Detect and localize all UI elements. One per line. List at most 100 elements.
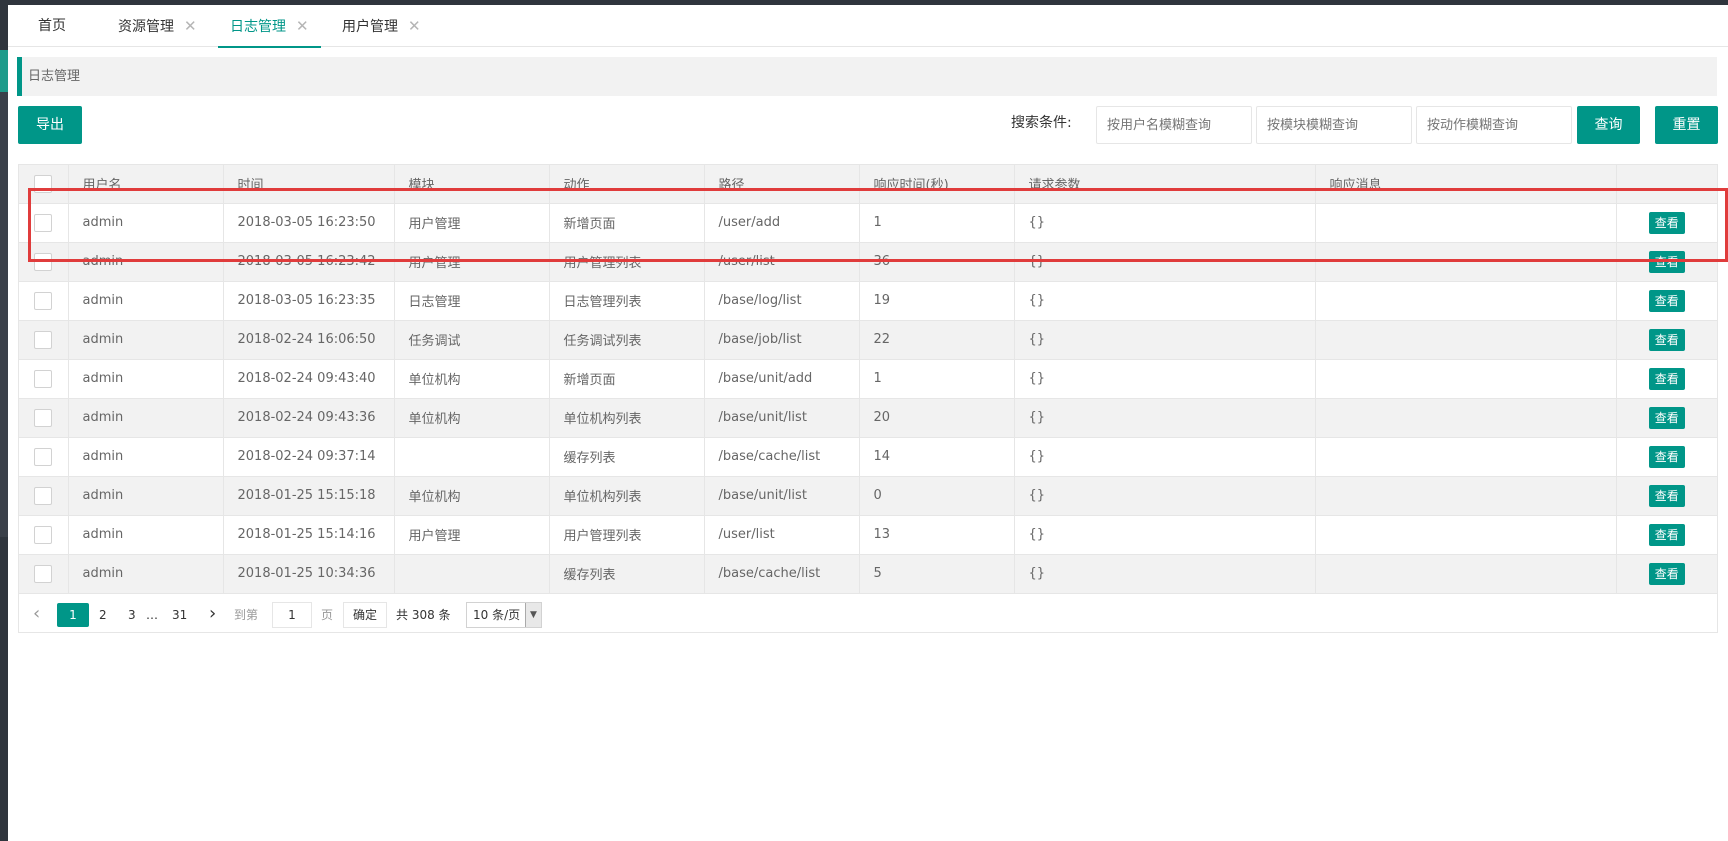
- tab-home[interactable]: 首页: [38, 5, 66, 47]
- query-button[interactable]: 查询: [1577, 106, 1640, 144]
- page-1-button[interactable]: 1: [57, 603, 89, 627]
- row-checkbox[interactable]: [34, 525, 53, 544]
- table-cell: {}: [1014, 437, 1316, 477]
- row-actions-cell: 查看: [1616, 554, 1717, 594]
- table-cell: admin: [68, 320, 224, 360]
- export-button[interactable]: 导出: [18, 106, 82, 144]
- table-cell: admin: [68, 437, 224, 477]
- table-cell: 单位机构: [394, 359, 550, 399]
- close-icon[interactable]: ✕: [296, 17, 309, 35]
- prev-page-button[interactable]: ‹: [33, 603, 40, 627]
- chevron-down-icon: ▼: [525, 603, 541, 627]
- table-cell: admin: [68, 398, 224, 438]
- table-row: admin 2018-01-25 10:34:36 缓存列表/base/cache/…: [19, 554, 1717, 594]
- row-select-cell: [19, 437, 69, 477]
- close-icon[interactable]: ✕: [408, 17, 421, 35]
- table-cell: [1315, 515, 1617, 555]
- table-row: admin 2018-02-24 09:37:14 缓存列表/base/cache/…: [19, 437, 1717, 477]
- view-button[interactable]: 查看: [1648, 445, 1685, 468]
- table-cell: 1: [859, 359, 1015, 399]
- view-button[interactable]: 查看: [1648, 367, 1685, 390]
- tab-log-management[interactable]: 日志管理 ✕: [218, 5, 321, 48]
- table-cell: /base/unit/list: [704, 398, 860, 438]
- page-2-button[interactable]: 2: [99, 603, 107, 627]
- pagination: ‹ 1 2 3 … 31 › 到第 1 页 确定 共 308 条 10 条/页 …: [19, 595, 1717, 633]
- tab-resource-management[interactable]: 资源管理 ✕: [118, 5, 197, 47]
- last-page-button[interactable]: 31: [172, 603, 187, 627]
- view-button[interactable]: 查看: [1648, 328, 1685, 351]
- tab-label: 日志管理: [230, 19, 286, 35]
- row-select-cell: [19, 359, 69, 399]
- table-header-row: 用户名 时间 模块 动作 路径 响应时间(秒) 请求参数 响应消息: [19, 165, 1717, 204]
- select-all-checkbox[interactable]: [34, 174, 53, 193]
- total-count: 共 308 条: [396, 608, 451, 622]
- row-actions-cell: 查看: [1616, 281, 1717, 321]
- reset-button[interactable]: 重置: [1655, 106, 1718, 144]
- page-size-select[interactable]: 10 条/页 ▼: [466, 602, 542, 628]
- table-cell: /base/cache/list: [704, 554, 860, 594]
- row-checkbox[interactable]: [34, 564, 53, 583]
- goto-confirm-button[interactable]: 确定: [343, 602, 387, 628]
- row-actions-cell: 查看: [1616, 398, 1717, 438]
- view-button[interactable]: 查看: [1648, 562, 1685, 585]
- table-cell: admin: [68, 476, 224, 516]
- row-checkbox[interactable]: [34, 330, 53, 349]
- page-size-value: 10 条/页: [473, 608, 521, 622]
- username-search-input[interactable]: [1096, 106, 1252, 144]
- goto-label: 到第: [234, 608, 259, 622]
- table-cell: 2018-02-24 09:43:40: [223, 359, 395, 399]
- table-cell: /base/unit/list: [704, 476, 860, 516]
- view-button[interactable]: 查看: [1648, 484, 1685, 507]
- table-cell: {}: [1014, 320, 1316, 360]
- tab-label: 资源管理: [118, 19, 174, 35]
- table-cell: 新增页面: [549, 359, 705, 399]
- row-checkbox[interactable]: [34, 252, 53, 271]
- table-cell: 2018-02-24 09:43:36: [223, 398, 395, 438]
- page-unit-label: 页: [321, 608, 334, 622]
- row-actions-cell: 查看: [1616, 476, 1717, 516]
- table-cell: 20: [859, 398, 1015, 438]
- table-cell: 日志管理: [394, 281, 550, 321]
- row-checkbox[interactable]: [34, 486, 53, 505]
- column-header: [1616, 165, 1717, 204]
- table-cell: {}: [1014, 554, 1316, 594]
- row-checkbox[interactable]: [34, 291, 53, 310]
- next-page-button[interactable]: ›: [209, 603, 216, 627]
- row-actions-cell: 查看: [1616, 437, 1717, 477]
- table-cell: /base/job/list: [704, 320, 860, 360]
- row-select-cell: [19, 281, 69, 321]
- view-button[interactable]: 查看: [1648, 523, 1685, 546]
- column-header: 模块: [394, 165, 550, 204]
- tab-user-management[interactable]: 用户管理 ✕: [342, 5, 421, 47]
- log-table: 用户名 时间 模块 动作 路径 响应时间(秒) 请求参数 响应消息 admin 2…: [18, 164, 1718, 633]
- table-cell: /user/list: [704, 515, 860, 555]
- view-button[interactable]: 查看: [1648, 211, 1685, 234]
- table-cell: [1315, 203, 1617, 243]
- close-icon[interactable]: ✕: [184, 17, 197, 35]
- view-button[interactable]: 查看: [1648, 289, 1685, 312]
- table-cell: 2018-02-24 09:37:14: [223, 437, 395, 477]
- goto-page-input[interactable]: 1: [272, 602, 312, 628]
- table-cell: 任务调试: [394, 320, 550, 360]
- row-select-cell: [19, 515, 69, 555]
- row-select-cell: [19, 476, 69, 516]
- table-cell: 2018-03-05 16:23:50: [223, 203, 395, 243]
- view-button[interactable]: 查看: [1648, 250, 1685, 273]
- row-select-cell: [19, 398, 69, 438]
- column-header: 请求参数: [1014, 165, 1316, 204]
- action-search-input[interactable]: [1416, 106, 1572, 144]
- page-3-button[interactable]: 3: [128, 603, 136, 627]
- table-cell: 用户管理: [394, 203, 550, 243]
- table-cell: 单位机构: [394, 398, 550, 438]
- table-row: admin 2018-02-24 09:43:40 单位机构 新增页面/base/un…: [19, 359, 1717, 399]
- left-frame-bar: [0, 0, 8, 841]
- row-checkbox[interactable]: [34, 369, 53, 388]
- row-checkbox[interactable]: [34, 213, 53, 232]
- row-checkbox[interactable]: [34, 447, 53, 466]
- table-cell: admin: [68, 281, 224, 321]
- view-button[interactable]: 查看: [1648, 406, 1685, 429]
- module-search-input[interactable]: [1256, 106, 1412, 144]
- table-row: admin 2018-03-05 16:23:35 日志管理 日志管理列表/base/…: [19, 281, 1717, 321]
- table-cell: {}: [1014, 398, 1316, 438]
- row-checkbox[interactable]: [34, 408, 53, 427]
